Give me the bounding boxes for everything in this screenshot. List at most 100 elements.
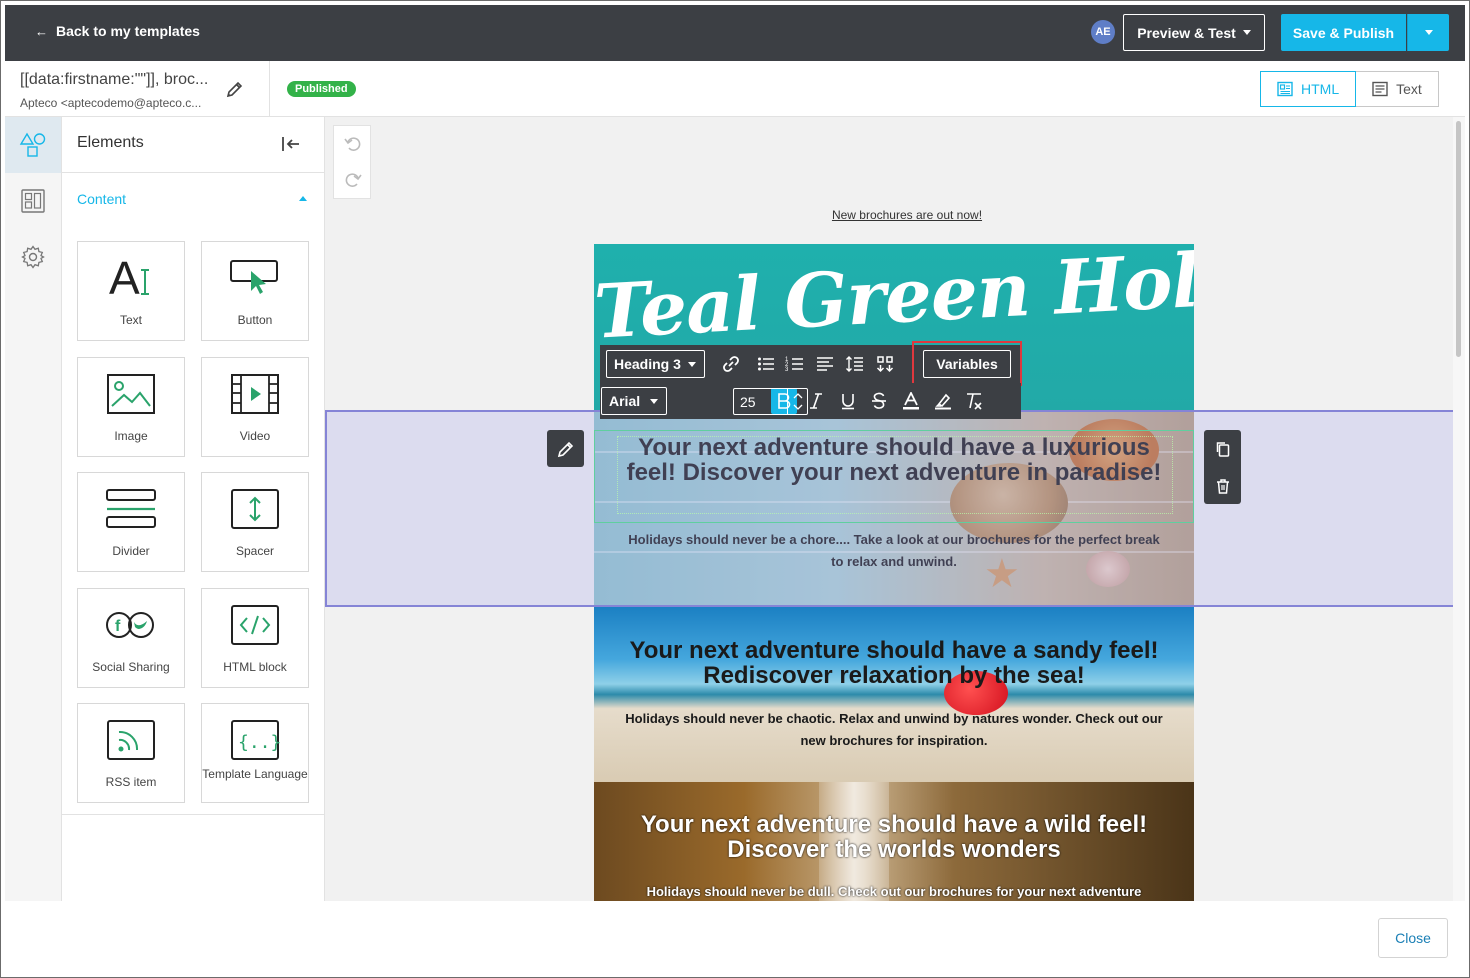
copy-icon (1216, 441, 1229, 457)
text-view-icon (1372, 81, 1388, 97)
special-characters-icon[interactable] (872, 351, 898, 377)
svg-text:3: 3 (785, 367, 789, 373)
footer-bar: Close (5, 901, 1465, 973)
undo-icon[interactable] (343, 134, 363, 159)
chevron-down-icon (1242, 30, 1251, 35)
scroll-thumb[interactable] (1456, 121, 1461, 357)
text-cursor-outline (617, 436, 1173, 514)
email-top-link[interactable]: New brochures are out now! (325, 208, 1453, 222)
tile-label: Divider (112, 544, 150, 558)
divider (62, 172, 324, 173)
content-section-toggle[interactable]: Content (77, 191, 126, 207)
html-view-button[interactable]: HTML (1260, 71, 1357, 107)
html-block-icon (202, 601, 308, 649)
back-to-templates-link[interactable]: ← Back to my templates (35, 23, 200, 39)
element-tile-video[interactable]: Video (201, 357, 309, 457)
unlink-icon[interactable] (718, 351, 744, 377)
pencil-icon (557, 441, 573, 457)
font-size-input[interactable]: 25 (733, 388, 808, 415)
email-section-sandy[interactable]: Your next adventure should have a sandy … (594, 607, 1194, 782)
canvas-scrollbar[interactable] (1453, 117, 1465, 901)
numbered-list-icon[interactable]: 123 (782, 351, 808, 377)
tile-label: Spacer (235, 544, 275, 558)
save-publish-button[interactable]: Save & Publish (1281, 14, 1406, 51)
font-family-select[interactable]: Arial (601, 387, 667, 415)
svg-text:f: f (115, 618, 121, 635)
social-sharing-icon: f (78, 601, 184, 649)
pencil-icon[interactable] (225, 79, 245, 99)
section-heading[interactable]: Your next adventure should have a sandy … (614, 638, 1174, 688)
save-publish-label: Save & Publish (1292, 24, 1395, 41)
row-actions (1204, 430, 1241, 504)
divider (62, 814, 324, 815)
font-size-stepper[interactable] (787, 389, 807, 414)
underline-icon[interactable] (835, 388, 861, 414)
duplicate-row-button[interactable] (1204, 430, 1241, 467)
align-left-icon[interactable] (812, 351, 838, 377)
close-button[interactable]: Close (1378, 918, 1448, 958)
template-name: [[data:firstname:""]], broc... (20, 71, 209, 88)
delete-row-button[interactable] (1204, 467, 1241, 504)
arrow-left-icon: ← (35, 23, 48, 39)
layout-icon (21, 189, 45, 213)
publish-options-dropdown[interactable] (1407, 14, 1449, 51)
history-controls (333, 125, 371, 199)
preview-test-button[interactable]: Preview & Test (1123, 14, 1265, 51)
text-view-button[interactable]: Text (1356, 71, 1439, 107)
elements-panel: Elements Content A Text Button Image Vid… (62, 117, 325, 901)
font-color-icon[interactable] (898, 388, 924, 414)
sidebar-item-settings[interactable] (5, 229, 61, 285)
element-tile-divider[interactable]: Divider (77, 472, 185, 572)
section-body[interactable]: Holidays should never be dull. Check out… (624, 881, 1164, 901)
email-section-wild[interactable]: Your next adventure should have a wild f… (594, 782, 1194, 901)
highlight-color-icon[interactable] (930, 388, 956, 414)
element-tile-html-block[interactable]: HTML block (201, 588, 309, 688)
line-height-icon[interactable] (842, 351, 868, 377)
shapes-icon (19, 132, 46, 157)
tile-label: HTML block (223, 660, 287, 674)
element-tile-social-sharing[interactable]: f Social Sharing (77, 588, 185, 688)
element-tile-template-language[interactable]: {..} Template Language (201, 703, 309, 803)
tile-label: Text (119, 313, 142, 327)
email-canvas: New brochures are out now! Teal Green Ho… (325, 117, 1453, 901)
tile-label: RSS item (105, 775, 157, 789)
bulleted-list-icon[interactable] (753, 351, 779, 377)
stepper-arrows-icon (793, 393, 803, 410)
collapse-panel-icon[interactable] (280, 133, 302, 155)
video-icon (202, 370, 308, 418)
top-bar: ← Back to my templates AE Preview & Test… (5, 5, 1465, 61)
chevron-down-icon (1424, 30, 1433, 35)
template-sender: Apteco <aptecodemo@apteco.c... (20, 96, 202, 110)
tile-label: Video (239, 429, 271, 443)
sidebar-item-layout[interactable] (5, 173, 61, 229)
sidebar-item-elements[interactable] (5, 117, 61, 173)
text-icon: A (78, 254, 184, 302)
section-body[interactable]: Holidays should never be chaotic. Relax … (624, 708, 1164, 752)
trash-icon (1216, 478, 1229, 494)
back-link-label: Back to my templates (56, 23, 200, 39)
section-body[interactable]: Holidays should never be a chore.... Tak… (624, 529, 1164, 573)
banner-logo: Teal Green Holidays (594, 244, 1194, 356)
chevron-up-icon[interactable] (299, 196, 307, 201)
element-tile-text[interactable]: A Text (77, 241, 185, 341)
redo-icon[interactable] (343, 170, 363, 195)
element-tile-button[interactable]: Button (201, 241, 309, 341)
section-heading[interactable]: Your next adventure should have a wild f… (614, 812, 1174, 862)
rss-icon (78, 716, 184, 764)
tile-label: Social Sharing (92, 660, 170, 674)
strikethrough-icon[interactable] (866, 388, 892, 414)
font-size-value: 25 (740, 393, 756, 410)
element-tile-spacer[interactable]: Spacer (201, 472, 309, 572)
template-language-icon: {..} (202, 716, 308, 764)
panel-title: Elements (77, 134, 144, 151)
sidebar-icon-strip (5, 117, 62, 901)
block-format-select[interactable]: Heading 3 (606, 350, 705, 378)
element-tile-image[interactable]: Image (77, 357, 185, 457)
selected-heading-outline (594, 430, 1194, 523)
image-icon (78, 370, 184, 418)
element-tile-rss-item[interactable]: RSS item (77, 703, 185, 803)
edit-row-button[interactable] (547, 430, 584, 467)
variables-button[interactable]: Variables (923, 350, 1011, 378)
clear-formatting-icon[interactable] (961, 388, 987, 414)
avatar[interactable]: AE (1091, 20, 1115, 44)
